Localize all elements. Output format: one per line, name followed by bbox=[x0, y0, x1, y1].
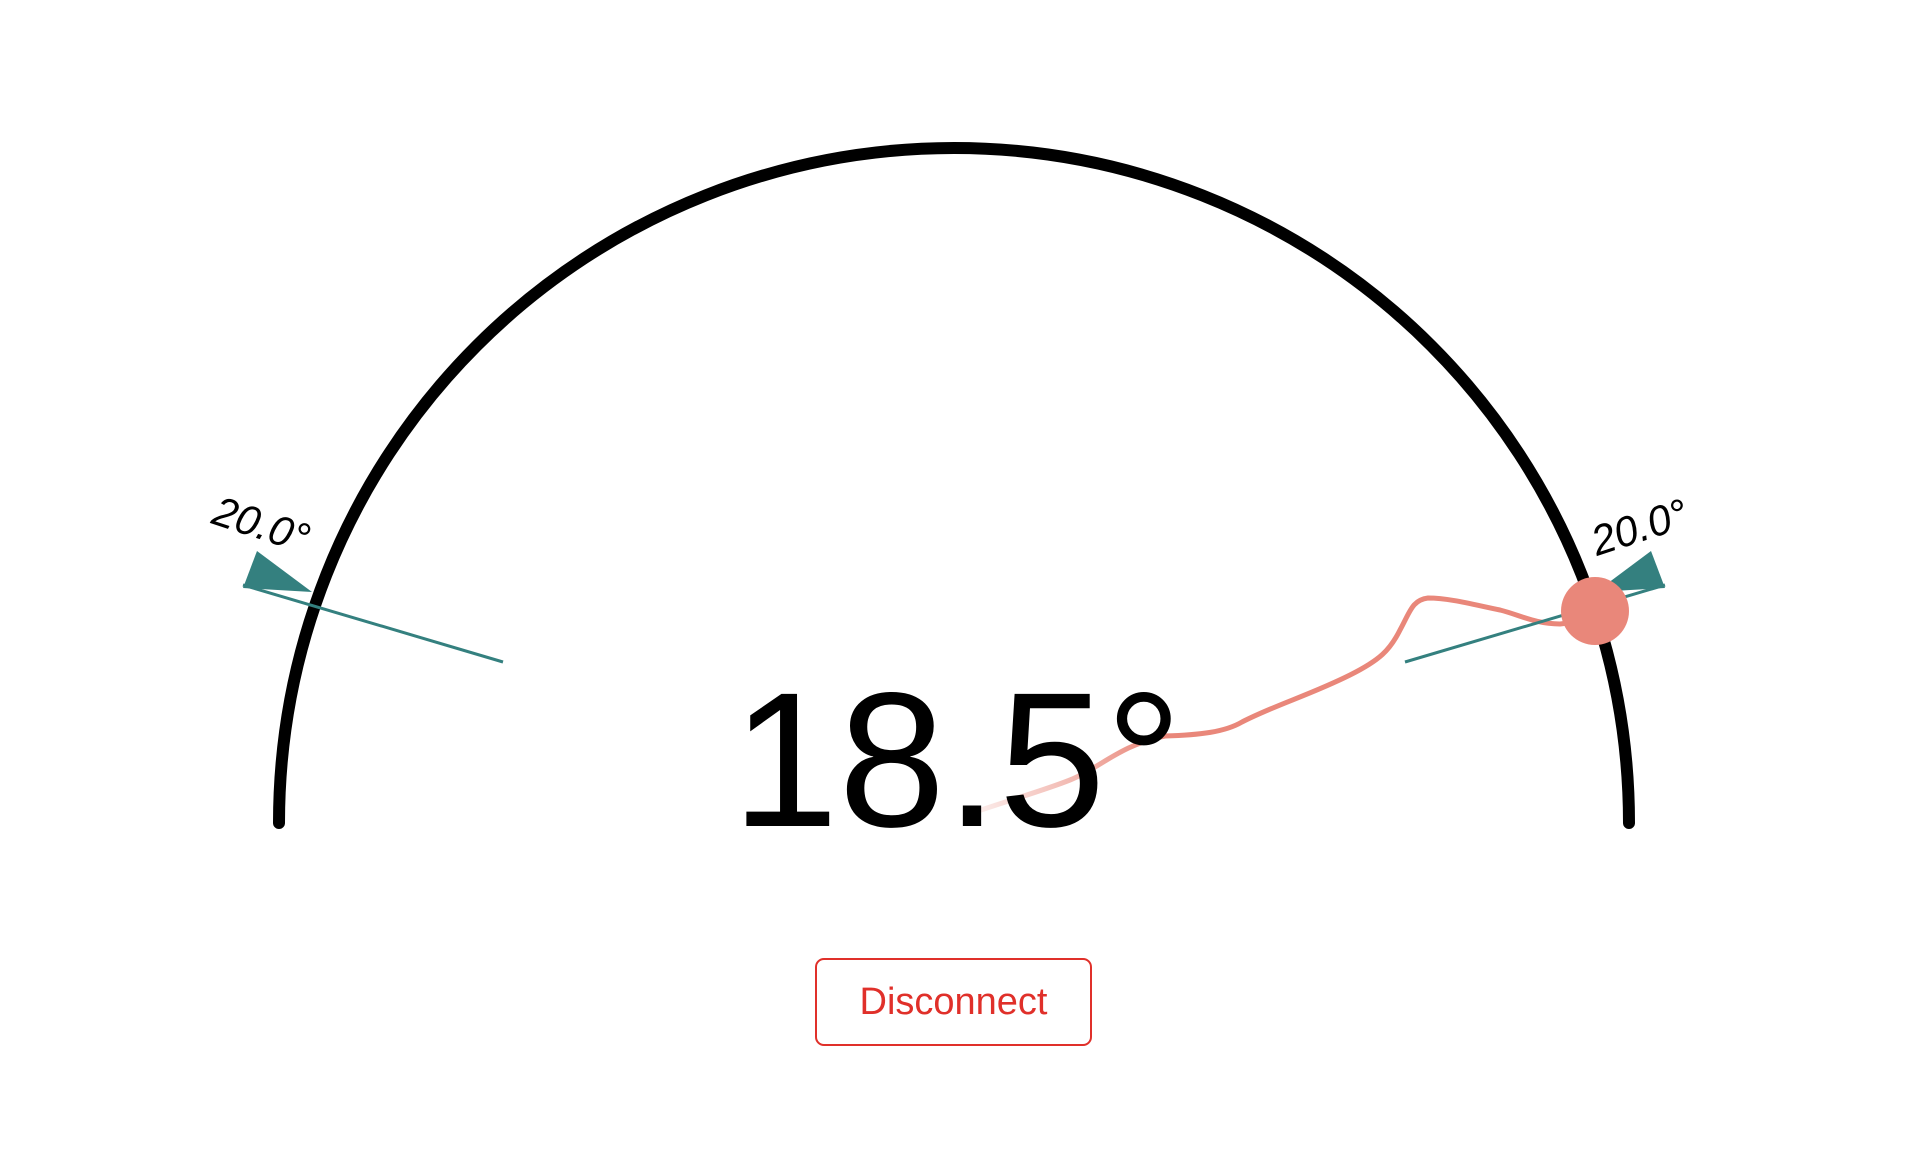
level-gauge-view: 20.0° 20.0° 18.5° Disconnect bbox=[0, 0, 1914, 1150]
disconnect-button[interactable]: Disconnect bbox=[815, 958, 1092, 1046]
left-marker-label: 20.0° bbox=[206, 487, 315, 562]
right-marker-label: 20.0° bbox=[1584, 489, 1693, 564]
position-indicator-dot bbox=[1561, 577, 1629, 645]
current-angle-readout: 18.5° bbox=[732, 652, 1182, 867]
left-marker-line bbox=[242, 583, 504, 664]
